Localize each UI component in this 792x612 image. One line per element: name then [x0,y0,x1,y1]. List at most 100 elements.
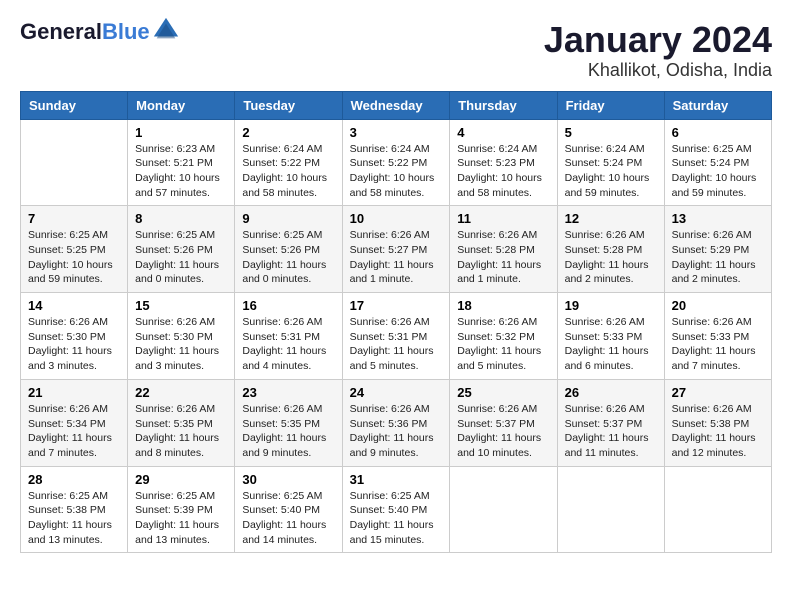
calendar-cell: 11 Sunrise: 6:26 AMSunset: 5:28 PMDayligh… [450,206,557,293]
calendar-cell: 22Sunrise: 6:26 AMSunset: 5:35 PMDayligh… [128,379,235,466]
calendar-cell: 17 Sunrise: 6:26 AMSunset: 5:31 PMDayligh… [342,293,450,380]
calendar-week-row: 21 Sunrise: 6:26 AMSunset: 5:34 PMDayligh… [21,379,772,466]
calendar-cell [21,119,128,206]
day-info: Sunrise: 6:26 AMSunset: 5:32 PMDaylight:… [457,315,549,374]
day-info: Sunrise: 6:25 AMSunset: 5:26 PMDaylight:… [135,228,227,287]
calendar-week-row: 7Sunrise: 6:25 AMSunset: 5:25 PMDaylight… [21,206,772,293]
day-number: 6 [672,125,764,140]
calendar-week-row: 1 Sunrise: 6:23 AMSunset: 5:21 PMDaylight… [21,119,772,206]
calendar-cell: 10 Sunrise: 6:26 AMSunset: 5:27 PMDayligh… [342,206,450,293]
day-number: 4 [457,125,549,140]
day-number: 14 [28,298,120,313]
header-monday: Monday [128,91,235,119]
day-number: 16 [242,298,334,313]
day-info: Sunrise: 6:25 AMSunset: 5:24 PMDaylight:… [672,142,764,201]
day-info: Sunrise: 6:26 AMSunset: 5:27 PMDaylight:… [350,228,443,287]
day-info: Sunrise: 6:25 AMSunset: 5:40 PMDaylight:… [350,489,443,548]
day-number: 21 [28,385,120,400]
calendar-cell: 25Sunrise: 6:26 AMSunset: 5:37 PMDayligh… [450,379,557,466]
day-number: 13 [672,211,764,226]
day-info: Sunrise: 6:24 AMSunset: 5:23 PMDaylight:… [457,142,549,201]
day-number: 27 [672,385,764,400]
day-info: Sunrise: 6:24 AMSunset: 5:22 PMDaylight:… [350,142,443,201]
day-number: 25 [457,385,549,400]
header-friday: Friday [557,91,664,119]
day-info: Sunrise: 6:26 AMSunset: 5:29 PMDaylight:… [672,228,764,287]
day-number: 3 [350,125,443,140]
calendar-cell: 30 Sunrise: 6:25 AMSunset: 5:40 PMDayligh… [235,466,342,553]
day-number: 24 [350,385,443,400]
calendar-cell: 20 Sunrise: 6:26 AMSunset: 5:33 PMDayligh… [664,293,771,380]
day-number: 15 [135,298,227,313]
day-info: Sunrise: 6:26 AMSunset: 5:31 PMDaylight:… [350,315,443,374]
day-info: Sunrise: 6:26 AMSunset: 5:34 PMDaylight:… [28,402,120,461]
day-info: Sunrise: 6:26 AMSunset: 5:28 PMDaylight:… [565,228,657,287]
calendar-cell: 27Sunrise: 6:26 AMSunset: 5:38 PMDayligh… [664,379,771,466]
calendar-cell: 3 Sunrise: 6:24 AMSunset: 5:22 PMDaylight… [342,119,450,206]
calendar-header-row: SundayMondayTuesdayWednesdayThursdayFrid… [21,91,772,119]
day-number: 1 [135,125,227,140]
calendar-cell [450,466,557,553]
calendar-cell: 1 Sunrise: 6:23 AMSunset: 5:21 PMDaylight… [128,119,235,206]
day-number: 19 [565,298,657,313]
calendar-week-row: 14Sunrise: 6:26 AMSunset: 5:30 PMDayligh… [21,293,772,380]
calendar-cell [664,466,771,553]
day-info: Sunrise: 6:26 AMSunset: 5:36 PMDaylight:… [350,402,443,461]
day-number: 5 [565,125,657,140]
day-number: 30 [242,472,334,487]
calendar-cell: 2 Sunrise: 6:24 AMSunset: 5:22 PMDaylight… [235,119,342,206]
day-number: 23 [242,385,334,400]
day-number: 29 [135,472,227,487]
day-info: Sunrise: 6:25 AMSunset: 5:40 PMDaylight:… [242,489,334,548]
calendar-cell: 7Sunrise: 6:25 AMSunset: 5:25 PMDaylight… [21,206,128,293]
calendar-week-row: 28 Sunrise: 6:25 AMSunset: 5:38 PMDayligh… [21,466,772,553]
calendar-cell: 29Sunrise: 6:25 AMSunset: 5:39 PMDayligh… [128,466,235,553]
day-info: Sunrise: 6:24 AMSunset: 5:22 PMDaylight:… [242,142,334,201]
calendar-cell: 9Sunrise: 6:25 AMSunset: 5:26 PMDaylight… [235,206,342,293]
day-info: Sunrise: 6:26 AMSunset: 5:28 PMDaylight:… [457,228,549,287]
calendar-cell: 31 Sunrise: 6:25 AMSunset: 5:40 PMDayligh… [342,466,450,553]
day-number: 10 [350,211,443,226]
calendar-cell [557,466,664,553]
day-number: 7 [28,211,120,226]
calendar-cell: 6 Sunrise: 6:25 AMSunset: 5:24 PMDaylight… [664,119,771,206]
logo-text: GeneralBlue [20,20,150,44]
day-number: 2 [242,125,334,140]
calendar-cell: 12 Sunrise: 6:26 AMSunset: 5:28 PMDayligh… [557,206,664,293]
calendar-cell: 15Sunrise: 6:26 AMSunset: 5:30 PMDayligh… [128,293,235,380]
day-number: 26 [565,385,657,400]
calendar-subtitle: Khallikot, Odisha, India [544,60,772,81]
day-number: 28 [28,472,120,487]
day-number: 18 [457,298,549,313]
header-thursday: Thursday [450,91,557,119]
day-info: Sunrise: 6:25 AMSunset: 5:38 PMDaylight:… [28,489,120,548]
calendar-cell: 19Sunrise: 6:26 AMSunset: 5:33 PMDayligh… [557,293,664,380]
header-wednesday: Wednesday [342,91,450,119]
calendar-cell: 8 Sunrise: 6:25 AMSunset: 5:26 PMDaylight… [128,206,235,293]
calendar-table: SundayMondayTuesdayWednesdayThursdayFrid… [20,91,772,554]
calendar-cell: 13 Sunrise: 6:26 AMSunset: 5:29 PMDayligh… [664,206,771,293]
day-number: 31 [350,472,443,487]
header-saturday: Saturday [664,91,771,119]
calendar-cell: 21 Sunrise: 6:26 AMSunset: 5:34 PMDayligh… [21,379,128,466]
header-tuesday: Tuesday [235,91,342,119]
day-number: 12 [565,211,657,226]
calendar-cell: 24 Sunrise: 6:26 AMSunset: 5:36 PMDayligh… [342,379,450,466]
day-info: Sunrise: 6:23 AMSunset: 5:21 PMDaylight:… [135,142,227,201]
calendar-cell: 28 Sunrise: 6:25 AMSunset: 5:38 PMDayligh… [21,466,128,553]
logo-icon [152,16,180,44]
day-info: Sunrise: 6:26 AMSunset: 5:35 PMDaylight:… [242,402,334,461]
day-info: Sunrise: 6:25 AMSunset: 5:26 PMDaylight:… [242,228,334,287]
calendar-cell: 14Sunrise: 6:26 AMSunset: 5:30 PMDayligh… [21,293,128,380]
calendar-title: January 2024 [544,20,772,60]
calendar-cell: 5Sunrise: 6:24 AMSunset: 5:24 PMDaylight… [557,119,664,206]
page-header: GeneralBlue January 2024 Khallikot, Odis… [20,20,772,81]
calendar-cell: 23 Sunrise: 6:26 AMSunset: 5:35 PMDayligh… [235,379,342,466]
day-info: Sunrise: 6:26 AMSunset: 5:33 PMDaylight:… [672,315,764,374]
day-number: 11 [457,211,549,226]
day-info: Sunrise: 6:26 AMSunset: 5:35 PMDaylight:… [135,402,227,461]
day-number: 17 [350,298,443,313]
logo: GeneralBlue [20,20,180,44]
day-number: 8 [135,211,227,226]
day-number: 20 [672,298,764,313]
